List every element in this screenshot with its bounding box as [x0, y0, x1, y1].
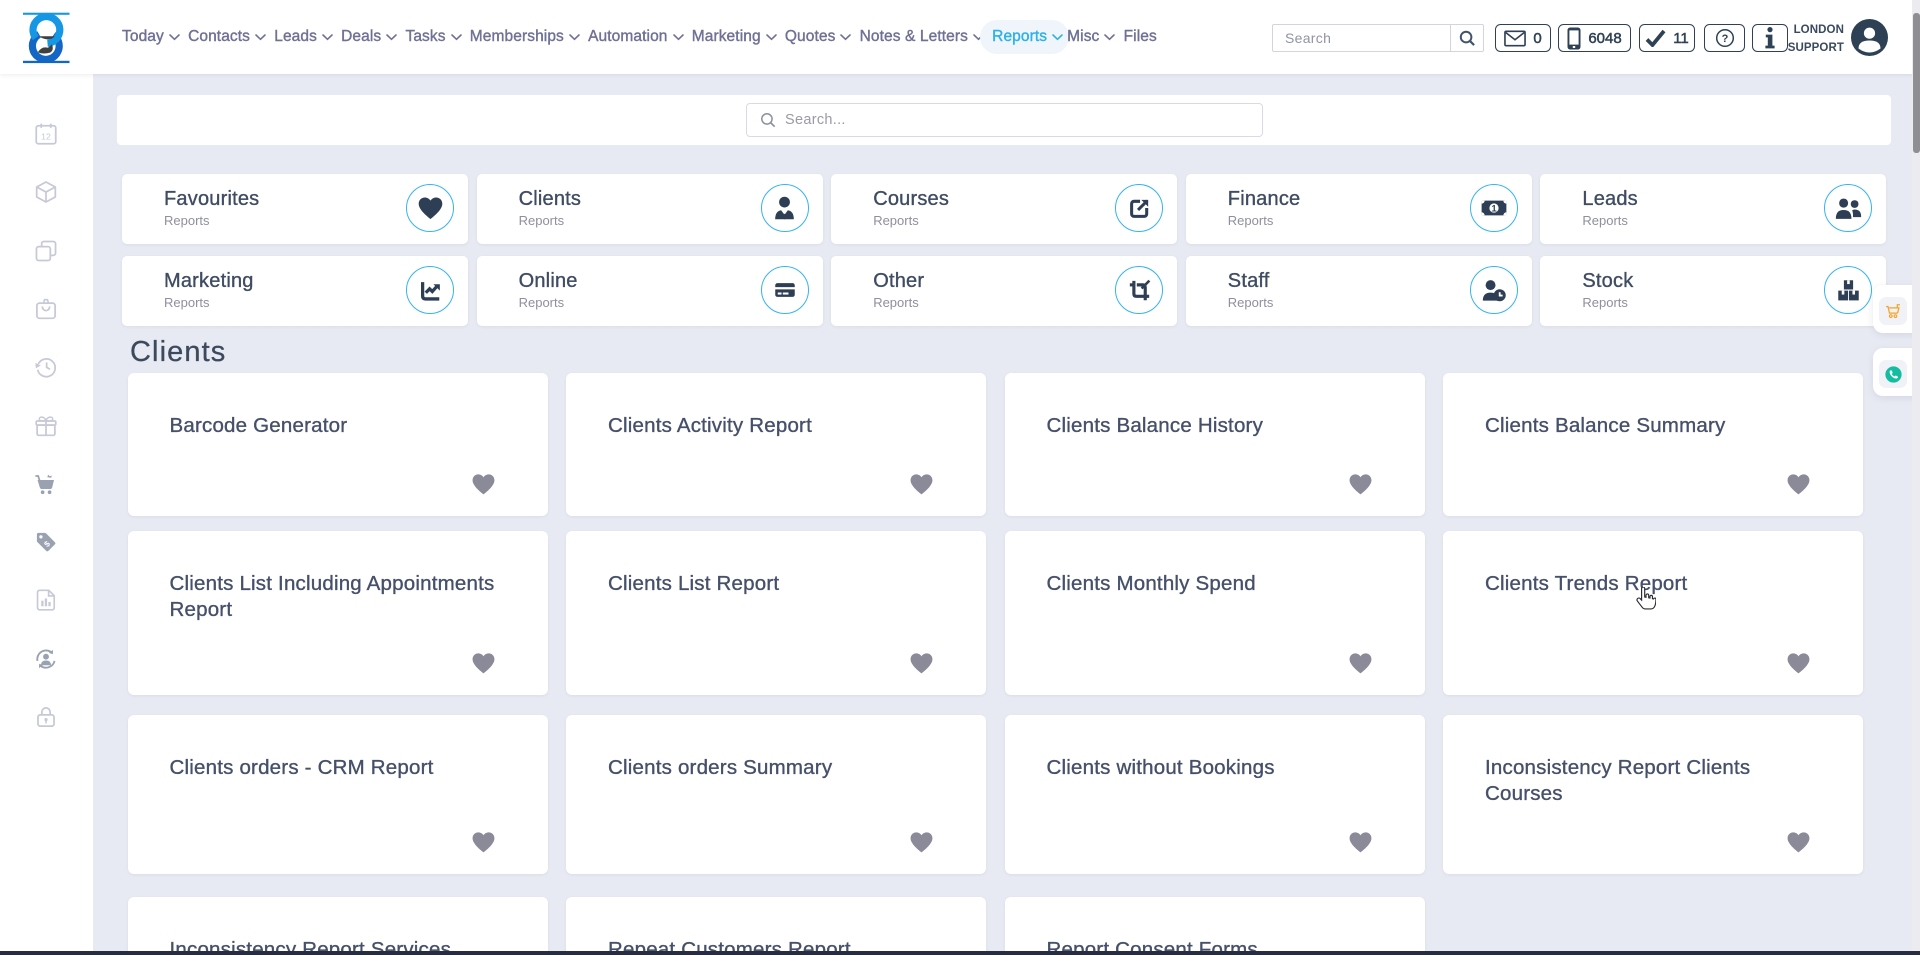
svg-text:?: ?	[1721, 33, 1728, 45]
svg-text:1: 1	[1491, 203, 1496, 213]
svg-text:12: 12	[41, 131, 51, 141]
